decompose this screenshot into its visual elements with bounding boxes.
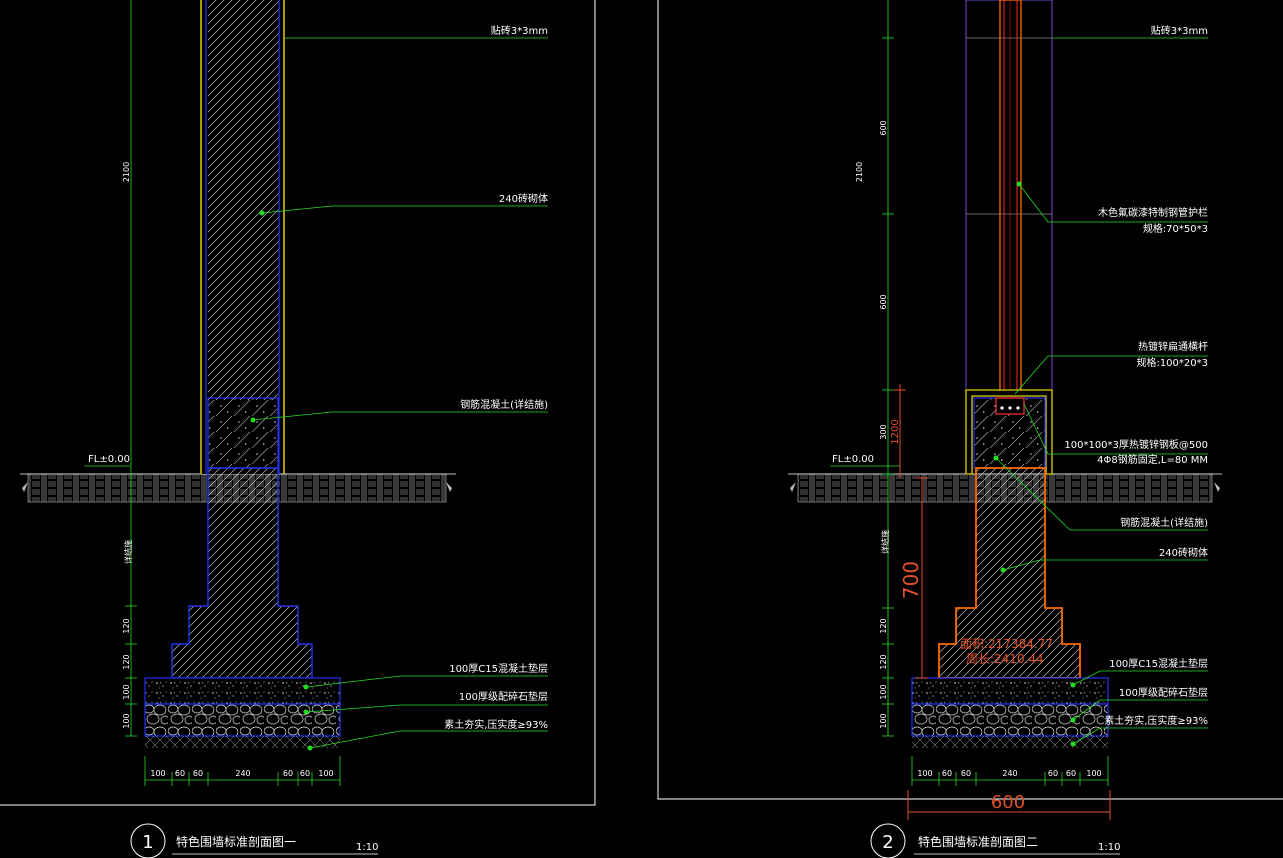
railing-2 (965, 0, 1053, 393)
hdim-2-1: 60 (942, 769, 952, 778)
dim-120a-2: 120 (879, 618, 888, 633)
label-plate-2: 100*100*3厚热镀锌钢板@500 (1064, 438, 1208, 451)
red-perimeter: 周长:2410.44 (966, 652, 1044, 666)
dim-2100-1: 2100 (122, 162, 131, 182)
label-ring-beam-1: 钢筋混凝土(详结施) (460, 398, 548, 411)
hdim-2-4: 60 (1048, 769, 1058, 778)
label-cushion-1: 100厚C15混凝土垫层 (449, 662, 548, 675)
label-see-struct-1: 详结施 (123, 540, 133, 564)
dim-600b-2: 600 (879, 294, 888, 309)
hdim-2-0: 100 (917, 769, 932, 778)
red-area: 面积:217384.77 (960, 637, 1053, 651)
label-gravel-1: 100厚级配碎石垫层 (459, 690, 548, 703)
red-dim-1200: 1200 (890, 419, 901, 444)
label-soil-1: 素土夯实,压实度≥93% (444, 718, 548, 731)
dim-120b-2: 120 (879, 654, 888, 669)
brick-wall-1 (208, 0, 278, 400)
hdim-2-2: 60 (961, 769, 971, 778)
dim-2100-2: 2100 (855, 162, 864, 182)
label-fl-1: FL±0.00 (88, 454, 130, 465)
hdim-1-2: 60 (193, 769, 203, 778)
cad-drawing-canvas: 贴砖3*3mm 240砖砌体 钢筋混凝土(详结施) FL±0.00 100厚C1… (0, 0, 1283, 858)
dim-100b-2: 100 (879, 713, 888, 728)
label-brick-2: 240砖砌体 (1159, 546, 1208, 559)
title-number-1: 1 (142, 832, 153, 853)
label-flat-bar-spec-2: 规格:100*20*3 (1136, 356, 1208, 369)
label-steel-rail-spec-2: 规格:70*50*3 (1143, 222, 1208, 235)
hdim-2-6: 100 (1086, 769, 1101, 778)
label-gravel-2: 100厚级配碎石垫层 (1119, 686, 1208, 699)
hdim-1-6: 100 (318, 769, 333, 778)
hdim-1-0: 100 (150, 769, 165, 778)
dim-300-2: 300 (879, 424, 888, 439)
label-see-struct-2: 详结施 (880, 530, 890, 554)
dim-600a-2: 600 (879, 120, 888, 135)
red-dim-600: 600 (991, 792, 1025, 813)
section-drawing-2: 1200 700 面积:217384.77 周长:2410.44 600 贴砖3… (657, 0, 1283, 858)
leaders-1 (84, 37, 548, 749)
label-ring-beam-2: 钢筋混凝土(详结施) (1120, 516, 1208, 529)
c15-cushion-1 (144, 677, 341, 705)
hdim-1-1: 60 (175, 769, 185, 778)
dim-100b-1: 100 (122, 713, 131, 728)
ring-beam-1 (207, 397, 279, 469)
label-soil-2: 素土夯实,压实度≥93% (1104, 714, 1208, 727)
label-fl-2: FL±0.00 (832, 454, 874, 465)
hdim-2-3: 240 (1002, 769, 1017, 778)
title-number-2: 2 (882, 832, 893, 853)
title-scale-1: 1:10 (356, 842, 378, 853)
label-flat-bar-2: 热镀锌扁通横杆 (1138, 340, 1208, 353)
dim-100a-1: 100 (122, 684, 131, 699)
title-text-2: 特色围墙标准剖面图二 (918, 834, 1038, 849)
label-anchor-2: 4Φ8钢筋固定,L=80 MM (1097, 453, 1208, 466)
dim-120b-1: 120 (122, 654, 131, 669)
section-drawing-1: 贴砖3*3mm 240砖砌体 钢筋混凝土(详结施) FL±0.00 100厚C1… (0, 0, 596, 858)
title-scale-2: 1:10 (1098, 842, 1120, 853)
label-cushion-2: 100厚C15混凝土垫层 (1109, 657, 1208, 670)
label-finish-2: 贴砖3*3mm (1151, 24, 1208, 37)
hdim-1-4: 60 (283, 769, 293, 778)
base-plate-2 (995, 397, 1025, 415)
hdim-1-3: 240 (235, 769, 250, 778)
dim-120a-1: 120 (122, 618, 131, 633)
dim-100a-2: 100 (879, 684, 888, 699)
gravel-layer-2 (911, 703, 1109, 737)
hdim-1-5: 60 (300, 769, 310, 778)
label-brick-1: 240砖砌体 (499, 192, 548, 205)
label-steel-rail-2: 木色氟碳漆特制钢管护栏 (1098, 206, 1208, 219)
title-text-1: 特色围墙标准剖面图一 (176, 834, 296, 849)
gravel-layer-1 (144, 703, 341, 737)
red-dim-700: 700 (899, 561, 923, 599)
soil-layer-2 (912, 736, 1108, 748)
hdim-2-5: 60 (1066, 769, 1076, 778)
label-finish-1: 贴砖3*3mm (491, 24, 548, 37)
